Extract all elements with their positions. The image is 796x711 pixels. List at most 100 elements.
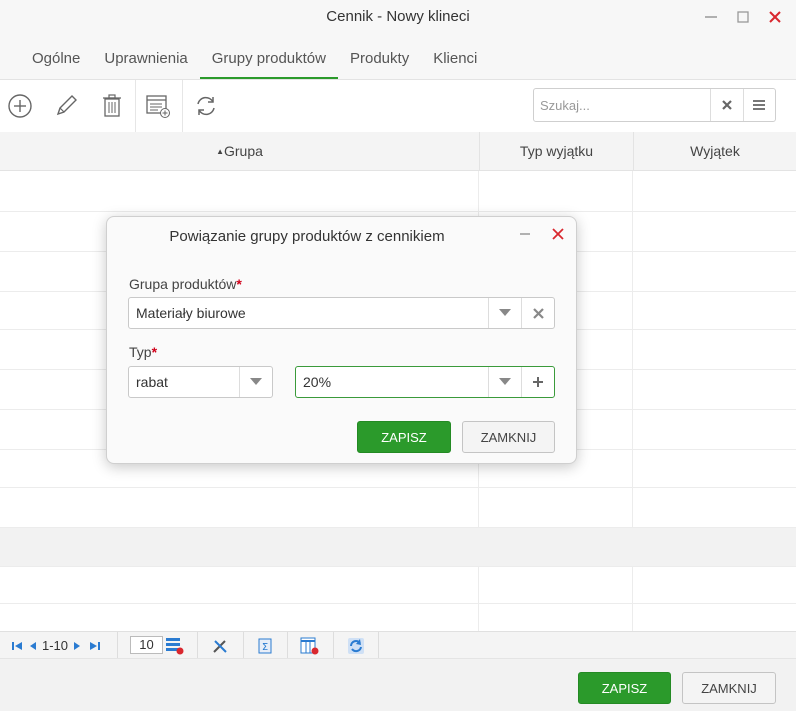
- next-page-icon: [74, 641, 80, 650]
- columns-button[interactable]: [300, 636, 320, 655]
- refresh-icon: [197, 96, 215, 116]
- required-marker: *: [151, 344, 158, 360]
- table-row[interactable]: [0, 171, 796, 212]
- close-window-button[interactable]: [762, 6, 788, 28]
- type-value: rabat: [136, 374, 168, 390]
- chevron-down-icon: [499, 378, 511, 385]
- search-menu-button[interactable]: [742, 89, 776, 121]
- sort-asc-icon: ▲: [216, 147, 224, 156]
- dialog-minimize-button[interactable]: [514, 223, 536, 245]
- clear-search-button[interactable]: [710, 89, 743, 121]
- type-dropdown-button[interactable]: [239, 367, 272, 397]
- dialog-close-button[interactable]: [547, 223, 569, 245]
- toolbar-divider: [182, 80, 183, 132]
- sync-icon: [348, 637, 364, 654]
- table-row[interactable]: [0, 488, 796, 528]
- table-row[interactable]: [0, 567, 796, 604]
- minimize-icon: [520, 233, 530, 235]
- tab-bar: Ogólne Uprawnienia Grupy produktów Produ…: [0, 34, 796, 80]
- tab-general[interactable]: Ogólne: [20, 34, 92, 79]
- footer: ZAPISZ ZAMKNIJ: [0, 658, 796, 711]
- first-page-icon: [12, 641, 22, 650]
- tab-products[interactable]: Produkty: [338, 34, 421, 79]
- refresh-button[interactable]: [188, 88, 224, 124]
- column-header-exception[interactable]: Wyjątek: [633, 132, 796, 171]
- window-titlebar: Cennik - Nowy klineci: [0, 0, 796, 34]
- clear-icon: [532, 307, 544, 319]
- refresh-data-button[interactable]: [347, 636, 365, 655]
- pager-divider: [117, 632, 118, 659]
- svg-text:Σ: Σ: [262, 642, 268, 653]
- column-header-group[interactable]: ▲Grupa: [0, 132, 479, 171]
- amount-combobox[interactable]: 20%: [295, 366, 555, 398]
- amount-value: 20%: [303, 374, 332, 390]
- menu-icon: [753, 100, 766, 110]
- pager: 1-10 10 Σ: [0, 631, 796, 659]
- tab-product-groups[interactable]: Grupy produktów: [199, 34, 339, 79]
- clear-icon: [721, 100, 732, 110]
- type-select[interactable]: rabat: [128, 366, 273, 398]
- last-page-icon: [90, 641, 100, 650]
- product-group-dropdown-button[interactable]: [488, 298, 521, 328]
- page-size-input[interactable]: 10: [130, 636, 163, 654]
- column-header-exception-type[interactable]: Typ wyjątku: [479, 132, 633, 171]
- plus-icon: [533, 377, 543, 387]
- label-text: Typ: [129, 344, 152, 360]
- window-controls: [698, 6, 788, 28]
- product-group-combobox[interactable]: Materiały biurowe: [128, 297, 555, 329]
- tools-button[interactable]: [212, 636, 228, 655]
- sum-button[interactable]: Σ: [258, 636, 272, 655]
- page-range: 1-10: [42, 638, 69, 653]
- product-group-value: Materiały biurowe: [136, 305, 246, 321]
- column-label: Grupa: [224, 143, 263, 159]
- next-page-button[interactable]: [72, 636, 82, 655]
- dialog-title: Powiązanie grupy produktów z cennikiem: [169, 228, 445, 245]
- close-icon: [769, 11, 781, 23]
- window-title: Cennik - Nowy klineci: [326, 8, 470, 25]
- search-input[interactable]: [534, 89, 710, 121]
- add-list-icon: [146, 95, 170, 118]
- edit-button[interactable]: [48, 88, 84, 124]
- amount-dropdown-button[interactable]: [488, 367, 521, 397]
- minimize-button[interactable]: [698, 6, 724, 28]
- toolbar-divider: [135, 80, 136, 132]
- prev-page-icon: [30, 641, 36, 650]
- last-page-button[interactable]: [88, 636, 102, 655]
- group-field-label: Grupa produktów*: [129, 276, 242, 292]
- chevron-down-icon: [499, 309, 511, 316]
- close-button[interactable]: ZAMKNIJ: [682, 672, 776, 704]
- required-marker: *: [236, 276, 242, 292]
- tab-clients[interactable]: Klienci: [421, 34, 489, 79]
- dialog-close-button-footer[interactable]: ZAMKNIJ: [462, 421, 555, 453]
- minimize-icon: [705, 16, 717, 18]
- close-icon: [552, 228, 564, 240]
- tab-permissions[interactable]: Uprawnienia: [92, 34, 199, 79]
- pager-divider: [197, 632, 198, 659]
- add-button[interactable]: [2, 88, 38, 124]
- edit-icon: [56, 95, 77, 116]
- add-list-button[interactable]: [140, 88, 176, 124]
- rows-settings-icon: [166, 637, 184, 654]
- tools-icon: [213, 639, 227, 653]
- amount-add-button[interactable]: [521, 367, 554, 397]
- column-label: Wyjątek: [690, 143, 740, 159]
- maximize-button[interactable]: [730, 6, 756, 28]
- table-row[interactable]: [0, 528, 796, 567]
- column-label: Typ wyjątku: [519, 143, 594, 159]
- link-product-group-dialog: Powiązanie grupy produktów z cennikiem G…: [106, 216, 577, 464]
- save-button[interactable]: ZAPISZ: [578, 672, 671, 704]
- product-group-clear-button[interactable]: [521, 298, 554, 328]
- delete-button[interactable]: [94, 88, 130, 124]
- pager-divider: [378, 632, 379, 659]
- prev-page-button[interactable]: [28, 636, 38, 655]
- first-page-button[interactable]: [10, 636, 24, 655]
- dialog-save-button[interactable]: ZAPISZ: [357, 421, 451, 453]
- pager-divider: [333, 632, 334, 659]
- label-text: Grupa produktów: [129, 276, 237, 292]
- chevron-down-icon: [250, 378, 262, 385]
- pager-divider: [287, 632, 288, 659]
- page-size-button[interactable]: [165, 636, 185, 655]
- maximize-icon: [737, 11, 749, 23]
- sum-icon: Σ: [258, 638, 272, 653]
- grid-header: ▲Grupa Typ wyjątku Wyjątek: [0, 132, 796, 171]
